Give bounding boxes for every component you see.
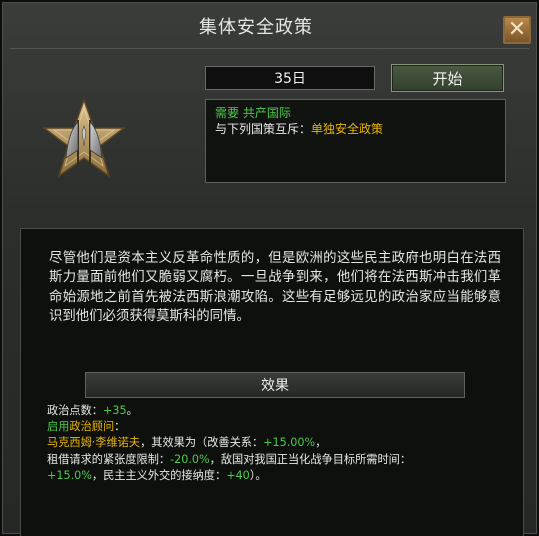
effect-end: ）。 xyxy=(249,468,267,482)
political-power-label: 政治点数： xyxy=(47,404,103,417)
title-divider xyxy=(10,48,529,49)
improve-relations-value: +15.00% xyxy=(263,436,316,450)
democracy-acceptance-label: ，民主主义外交的接纳度： xyxy=(91,468,227,482)
democracy-acceptance-value: +40 xyxy=(226,468,250,482)
requires-value: 共产国际 xyxy=(242,106,291,120)
effect-line-advisor: 启用政治顾问： xyxy=(47,419,517,435)
justify-wargoal-label: ，敌国对我国正当化战争目标所需时间： xyxy=(209,452,412,466)
effects-list: 政治点数：+35。 启用政治顾问： 马克西姆·李维诺夫，其效果为（改善关系：+1… xyxy=(47,403,517,484)
effect-intro: ，其效果为（改善关系： xyxy=(140,436,264,450)
close-button[interactable]: ✕ xyxy=(503,16,531,44)
lend-lease-tension-label: 租借请求的紧张度限制： xyxy=(47,452,171,466)
lend-lease-tension-value: -20.0% xyxy=(170,452,210,466)
effect-line-guarantee: 租借请求的紧张度限制：-20.0%，敌国对我国正当化战争目标所需时间： xyxy=(47,452,517,468)
description-panel: 尽管他们是资本主义反革命性质的，但是欧洲的这些民主政府也明白在法西斯力量面前他们… xyxy=(20,228,524,536)
effects-header: 效果 xyxy=(85,372,465,398)
start-focus-button[interactable]: 开始 xyxy=(391,64,504,92)
exclusive-value: 单独安全政策 xyxy=(311,122,384,136)
prerequisite-line: 需要 共产国际 xyxy=(215,105,496,121)
effect-line-justify: +15.0%，民主主义外交的接纳度：+40）。 xyxy=(47,468,517,484)
political-power-end: 。 xyxy=(126,404,138,417)
requirements-panel: 需要 共产国际 与下列国策互斥：单独安全政策 xyxy=(205,99,506,183)
exclusive-label: 与下列国策互斥： xyxy=(215,122,312,136)
national-focus-window: 集体安全政策 ✕ 35日 开始 需要 共产国际 与下列国策互斥：单独安全政策 尽… xyxy=(0,0,539,536)
requires-label: 需要 xyxy=(215,106,240,120)
advisor-colon: ： xyxy=(114,420,126,434)
window-title: 集体安全政策 xyxy=(199,17,313,38)
focus-duration: 35日 xyxy=(205,66,375,90)
close-icon: ✕ xyxy=(507,17,527,42)
effect-comma: ， xyxy=(315,436,327,450)
effect-line-political-power: 政治点数：+35。 xyxy=(47,403,517,419)
political-power-value: +35 xyxy=(102,404,127,417)
star-emblem-with-flags-icon xyxy=(42,98,126,178)
advisor-label: 政治顾问 xyxy=(69,420,115,434)
exclusive-line: 与下列国策互斥：单独安全政策 xyxy=(215,121,496,137)
justify-wargoal-value: +15.0% xyxy=(47,468,92,482)
focus-description: 尽管他们是资本主义反革命性质的，但是欧洲的这些民主政府也明白在法西斯力量面前他们… xyxy=(49,251,501,325)
effect-line-advisor-name: 马克西姆·李维诺夫，其效果为（改善关系：+15.00%， xyxy=(47,435,517,451)
enable-label: 启用 xyxy=(47,420,70,434)
advisor-name[interactable]: 马克西姆·李维诺夫 xyxy=(47,436,140,449)
